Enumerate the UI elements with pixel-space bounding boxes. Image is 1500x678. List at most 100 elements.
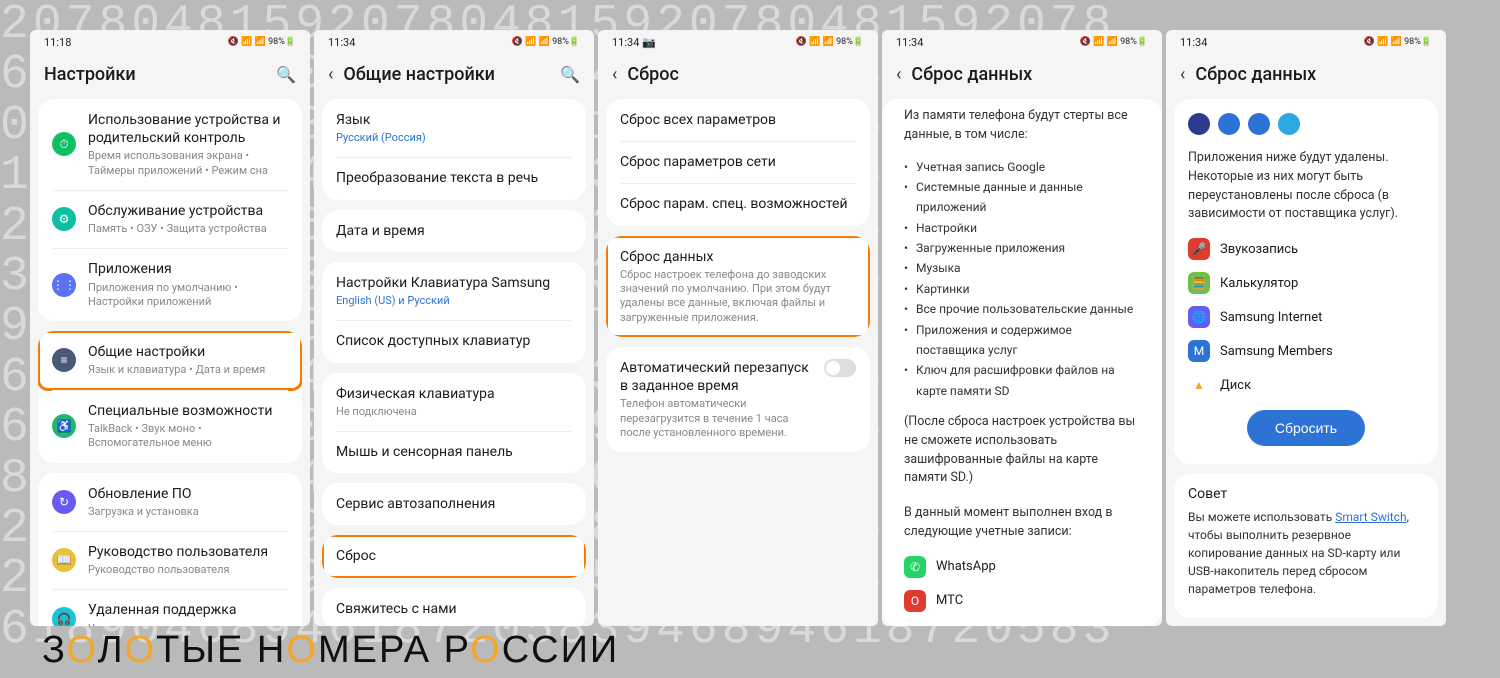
settings-item[interactable]: Сброс всех параметров [606, 99, 870, 141]
item-icon: ↻ [52, 490, 76, 514]
item-label: Сброс парам. спец. возможностей [620, 195, 856, 213]
item-label: Сброс параметров сети [620, 153, 856, 171]
status-bar: 11:34 🔇 📶 📶 98%🔋 [314, 30, 594, 54]
bullet-list: Учетная запись GoogleСистемные данные и … [890, 153, 1154, 406]
settings-item[interactable]: Преобразование текста в речь [322, 157, 586, 199]
app-icon [1278, 113, 1300, 135]
account-icon: O [904, 590, 926, 612]
screen-5-reset-data-confirm: 11:34 🔇 📶 📶 98%🔋 ‹ Сброс данных Приложен… [1166, 30, 1446, 626]
toggle-switch[interactable] [824, 359, 856, 377]
status-time: 11:34 [328, 36, 355, 49]
item-label: Автоматический перезапуск в заданное вре… [620, 359, 812, 395]
accounts-intro: В данный момент выполнен вход в следующи… [890, 496, 1154, 550]
page-title: Сброс данных [1195, 64, 1432, 85]
item-label: Общие настройки [88, 343, 288, 361]
tip-title: Совет [1188, 486, 1424, 502]
settings-item[interactable]: ⋮⋮ПриложенияПриложения по умолчанию • На… [38, 248, 302, 321]
status-time: 11:34 📷 [612, 36, 656, 49]
back-icon[interactable]: ‹ [1180, 64, 1185, 85]
app-name: Samsung Members [1220, 344, 1333, 359]
account-icon: ✆ [904, 556, 926, 578]
item-subtitle: Не подключена [336, 405, 572, 419]
status-icons: 🔇 📶 📶 98%🔋 [1364, 37, 1432, 47]
account-icon: G [904, 624, 926, 626]
settings-item[interactable]: Настройки Клавиатура SamsungEnglish (US)… [322, 262, 586, 320]
item-icon: 🎧 [52, 607, 76, 626]
settings-item[interactable]: Мышь и сенсорная панель [322, 431, 586, 473]
settings-item[interactable]: Сброс данныхСброс настроек телефона до з… [606, 236, 870, 337]
page-title: Настройки [44, 64, 266, 85]
screen-2-general-settings: 11:34 🔇 📶 📶 98%🔋 ‹ Общие настройки 🔍 Язы… [314, 30, 594, 626]
settings-item[interactable]: Сброс параметров сети [606, 141, 870, 183]
app-name: Калькулятор [1220, 276, 1298, 291]
account-name: МТС [936, 593, 963, 608]
app-row: 🧮 Калькулятор [1174, 266, 1438, 300]
settings-item[interactable]: 📖Руководство пользователяРуководство пол… [38, 531, 302, 589]
app-icon [1218, 113, 1240, 135]
bullet-item: Картинки [916, 279, 1140, 299]
header: ‹ Сброс данных [882, 54, 1162, 99]
app-name: Диск [1220, 378, 1251, 393]
app-icon [1248, 113, 1270, 135]
search-icon[interactable]: 🔍 [560, 65, 580, 84]
item-icon: ⋮⋮ [52, 273, 76, 297]
intro-text: Из памяти телефона будут стерты все данн… [890, 99, 1154, 153]
screen-3-reset: 11:34 📷 🔇 📶 📶 98%🔋 ‹ Сброс Сброс всех па… [598, 30, 878, 626]
app-icon: 🧮 [1188, 272, 1210, 294]
settings-item[interactable]: ⏱Использование устройства и родительский… [38, 99, 302, 190]
item-label: Использование устройства и родительский … [88, 111, 288, 147]
settings-item[interactable]: Список доступных клавиатур [322, 320, 586, 362]
item-subtitle: Память • ОЗУ • Защита устройства [88, 222, 288, 236]
item-subtitle: Телефон автоматически перезагрузится в т… [620, 397, 812, 440]
account-row: G [890, 618, 1154, 626]
settings-item[interactable]: 🎧Удаленная поддержкаУдаленная поддержка [38, 589, 302, 626]
apps-intro: Приложения ниже будут удалены. Некоторые… [1174, 141, 1438, 232]
bullet-item: Приложения и содержимое поставщика услуг [916, 320, 1140, 361]
app-icon: ▲ [1188, 374, 1210, 396]
item-icon: ⚙ [52, 207, 76, 231]
watermark: ЗОЛОТЫЕ НОМЕРА РОССИИ [42, 629, 619, 672]
settings-item[interactable]: ЯзыкРусский (Россия) [322, 99, 586, 157]
status-icons: 🔇 📶 📶 98%🔋 [512, 37, 580, 47]
app-icon: M [1188, 340, 1210, 362]
settings-item[interactable]: Физическая клавиатураНе подключена [322, 373, 586, 431]
header: ‹ Сброс данных [1166, 54, 1446, 99]
item-label: Мышь и сенсорная панель [336, 443, 572, 461]
back-icon[interactable]: ‹ [328, 64, 333, 85]
search-icon[interactable]: 🔍 [276, 65, 296, 84]
settings-item[interactable]: Дата и время [322, 210, 586, 252]
settings-item[interactable]: ♿Специальные возможностиTalkBack • Звук … [38, 390, 302, 463]
app-icon: 🎤 [1188, 238, 1210, 260]
screen-4-reset-data: 11:34 🔇 📶 📶 98%🔋 ‹ Сброс данных Из памят… [882, 30, 1162, 626]
item-label: Специальные возможности [88, 402, 288, 420]
settings-item[interactable]: ≡Общие настройкиЯзык и клавиатура • Дата… [38, 331, 302, 389]
status-time: 11:18 [44, 36, 71, 49]
account-row: O МТС [890, 584, 1154, 618]
item-label: Сброс всех параметров [620, 111, 856, 129]
item-label: Сброс данных [620, 248, 856, 266]
app-icon: 🌐 [1188, 306, 1210, 328]
settings-item[interactable]: Сервис автозаполнения [322, 483, 586, 525]
item-label: Свяжитесь с нами [336, 600, 572, 618]
settings-item[interactable]: Свяжитесь с нами [322, 588, 586, 626]
settings-item[interactable]: ⚙Обслуживание устройстваПамять • ОЗУ • З… [38, 190, 302, 248]
bullet-item: Ключ для расшифровки файлов на карте пам… [916, 360, 1140, 401]
settings-item[interactable]: ↻Обновление ПОЗагрузка и установка [38, 473, 302, 531]
screen-1-settings: 11:18 🔇 📶 📶 98%🔋 Настройки 🔍 ⏱Использова… [30, 30, 310, 626]
back-icon[interactable]: ‹ [896, 64, 901, 85]
app-name: Samsung Internet [1220, 310, 1322, 325]
bullet-item: Настройки [916, 218, 1140, 238]
bullet-item: Загруженные приложения [916, 238, 1140, 258]
reset-button[interactable]: Сбросить [1247, 410, 1365, 446]
app-row: ▲ Диск [1174, 368, 1438, 402]
settings-item[interactable]: Сброс парам. спец. возможностей [606, 183, 870, 225]
item-label: Сброс [336, 547, 572, 565]
status-icons: 🔇 📶 📶 98%🔋 [228, 37, 296, 47]
settings-item[interactable]: Автоматический перезапуск в заданное вре… [606, 347, 870, 452]
item-subtitle: Приложения по умолчанию • Настройки прил… [88, 281, 288, 310]
status-bar: 11:34 🔇 📶 📶 98%🔋 [1166, 30, 1446, 54]
back-icon[interactable]: ‹ [612, 64, 617, 85]
settings-item[interactable]: Сброс [322, 535, 586, 577]
smart-switch-link[interactable]: Smart Switch [1335, 510, 1406, 524]
item-label: Список доступных клавиатур [336, 332, 572, 350]
